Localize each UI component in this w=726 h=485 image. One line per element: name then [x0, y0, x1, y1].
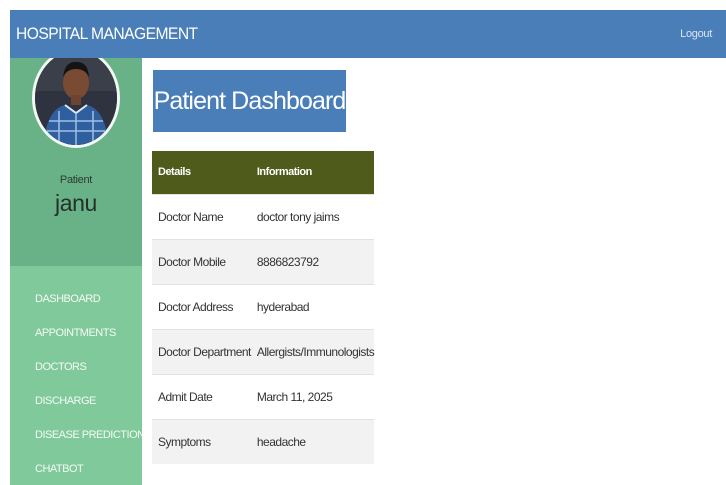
avatar: [32, 58, 120, 148]
sidebar-menu: DASHBOARD APPOINTMENTS DOCTORS DISCHARGE…: [10, 266, 145, 485]
column-header-details: Details: [152, 151, 251, 194]
sidebar-item-appointments[interactable]: APPOINTMENTS: [10, 316, 142, 350]
sidebar-item-chatbot[interactable]: CHATBOT: [10, 452, 142, 485]
user-name: janu: [55, 190, 97, 216]
sidebar-item-dashboard[interactable]: DASHBOARD: [10, 282, 142, 316]
column-header-information: Information: [250, 151, 375, 194]
detail-label: Doctor Mobile: [152, 238, 251, 284]
page-title: Patient Dashboard: [153, 70, 346, 132]
table-row: Doctor Department Allergists/Immunologis…: [152, 328, 375, 374]
detail-label: Doctor Department: [152, 328, 251, 374]
detail-value: hyderabad: [250, 283, 375, 329]
top-navbar: HOSPITAL MANAGEMENT Logout: [10, 10, 726, 58]
detail-label: Admit Date: [152, 373, 251, 419]
sidebar-item-discharge[interactable]: DISCHARGE: [10, 384, 142, 418]
table-row: Doctor Name doctor tony jaims: [152, 193, 375, 239]
avatar-photo: [35, 58, 117, 145]
table-row: Admit Date March 11, 2025: [152, 373, 375, 419]
detail-value: 8886823792: [250, 238, 375, 284]
logout-link[interactable]: Logout: [680, 28, 712, 40]
detail-label: Symptoms: [152, 418, 251, 464]
detail-value: doctor tony jaims: [250, 193, 375, 239]
detail-value: Allergists/Immunologists: [250, 328, 375, 374]
table-row: Doctor Mobile 8886823792: [152, 238, 375, 284]
detail-value: headache: [250, 418, 375, 464]
detail-label: Doctor Name: [152, 193, 251, 239]
table-row: Doctor Address hyderabad: [152, 283, 375, 329]
sidebar-item-disease-prediction[interactable]: DISEASE PREDICTION: [10, 418, 145, 452]
detail-label: Doctor Address: [152, 283, 251, 329]
patient-details-table: Details Information Doctor Name doctor t…: [152, 151, 375, 464]
sidebar: Patient janu DASHBOARD APPOINTMENTS DOCT…: [10, 58, 145, 485]
table-header-row: Details Information: [152, 151, 375, 194]
sidebar-item-doctors[interactable]: DOCTORS: [10, 350, 142, 384]
profile-panel: Patient janu: [10, 58, 142, 266]
brand-title[interactable]: HOSPITAL MANAGEMENT: [16, 24, 198, 44]
user-role: Patient: [59, 174, 93, 186]
table-row: Symptoms headache: [152, 418, 375, 464]
detail-value: March 11, 2025: [250, 373, 375, 419]
